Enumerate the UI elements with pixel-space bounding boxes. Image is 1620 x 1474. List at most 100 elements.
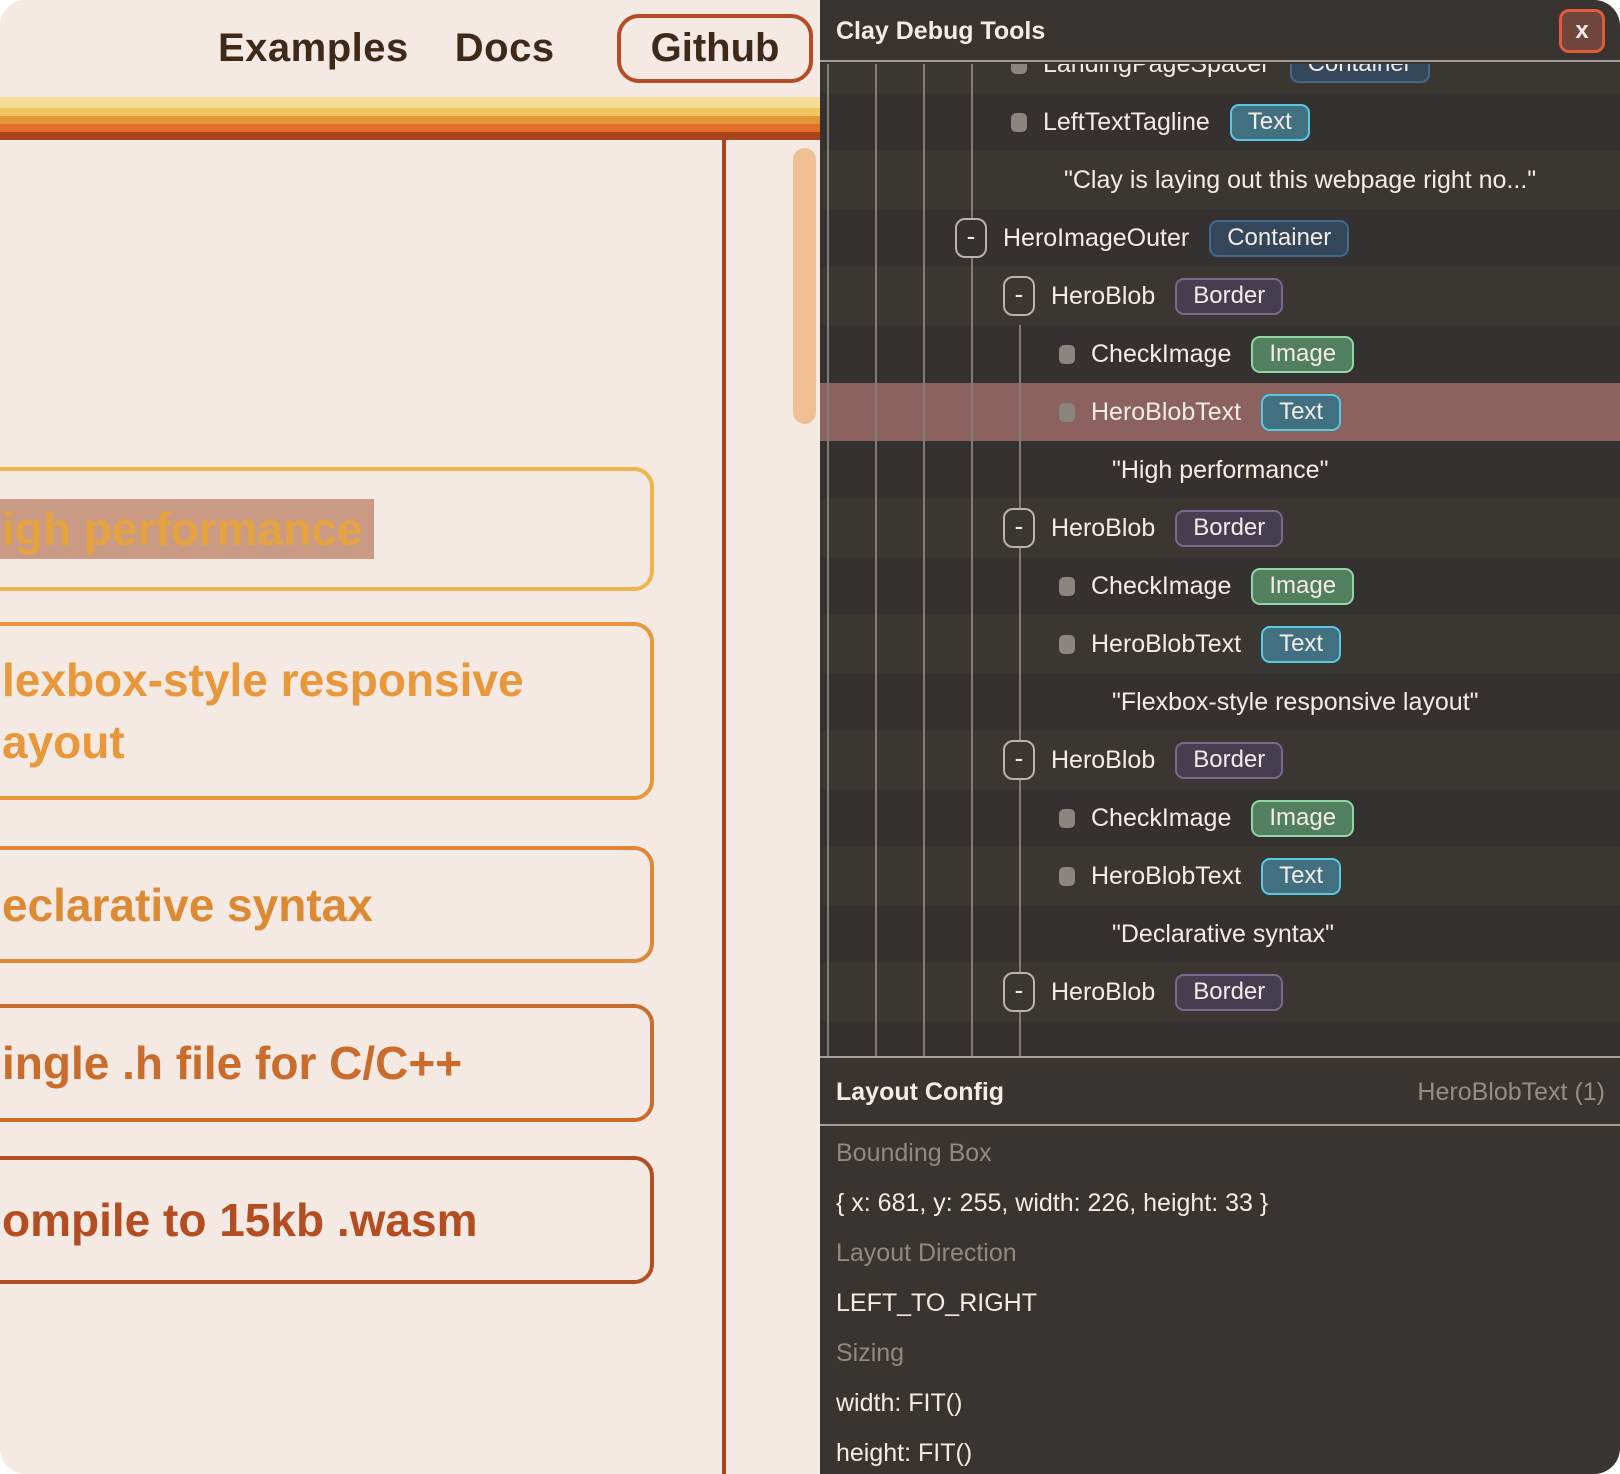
stripe-band bbox=[0, 108, 820, 116]
nav-link-docs[interactable]: Docs bbox=[455, 26, 555, 71]
layout-config-title: Layout Config bbox=[836, 1078, 1004, 1107]
debug-panel-header: Clay Debug Tools x bbox=[820, 0, 1620, 62]
indent-guide bbox=[971, 64, 973, 1056]
tree-node-label: HeroBlob bbox=[1051, 282, 1155, 311]
feature-box-text: ompile to 15kb .wasm bbox=[2, 1189, 650, 1251]
bullet-icon bbox=[1059, 403, 1075, 422]
selection-highlight: igh performance bbox=[0, 499, 374, 559]
top-nav: Examples Docs Github bbox=[0, 0, 820, 97]
feature-box: eclarative syntax bbox=[0, 846, 654, 963]
badge-text: Text bbox=[1230, 104, 1310, 141]
tree-text-row: "Declarative syntax" bbox=[820, 905, 1620, 963]
tree-node-LandingPageSpacer[interactable]: LandingPageSpacer Container bbox=[820, 64, 1620, 93]
config-section-label: Bounding Box bbox=[836, 1128, 1605, 1178]
scrollbar-thumb[interactable] bbox=[793, 148, 816, 424]
bullet-icon bbox=[1011, 113, 1027, 132]
tree-node-label: CheckImage bbox=[1091, 572, 1231, 601]
rainbow-stripe bbox=[0, 97, 820, 140]
indent-guide bbox=[1019, 325, 1021, 1056]
tree-node-HeroBlob[interactable]: -HeroBlob Border bbox=[820, 731, 1620, 789]
config-section-label: Layout Direction bbox=[836, 1228, 1605, 1278]
feature-box-text: ayout bbox=[2, 711, 650, 773]
tree-node-label: HeroBlob bbox=[1051, 746, 1155, 775]
feature-box-text: ingle .h file for C/C++ bbox=[2, 1032, 650, 1094]
stripe-band bbox=[0, 124, 820, 132]
badge-border: Border bbox=[1175, 278, 1283, 315]
tree-node-HeroBlob[interactable]: -HeroBlob Border bbox=[820, 499, 1620, 557]
tree-node-HeroBlob[interactable]: -HeroBlob Border bbox=[820, 963, 1620, 1021]
bullet-icon bbox=[1059, 867, 1075, 886]
feature-box: ompile to 15kb .wasm bbox=[0, 1156, 654, 1284]
indent-guide bbox=[827, 64, 829, 1056]
debug-panel-title: Clay Debug Tools bbox=[836, 0, 1045, 62]
feature-box-text: eclarative syntax bbox=[2, 874, 650, 936]
tree-node-CheckImage[interactable]: CheckImage Image bbox=[820, 325, 1620, 383]
badge-border: Border bbox=[1175, 974, 1283, 1011]
tree-node-label: HeroBlob bbox=[1051, 514, 1155, 543]
collapse-button[interactable]: - bbox=[1003, 508, 1035, 548]
tree-node-label: HeroBlobText bbox=[1091, 398, 1241, 427]
tree-text-value: "Declarative syntax" bbox=[1112, 920, 1334, 949]
badge-container: Container bbox=[1209, 220, 1349, 257]
tree-text-value: "Flexbox-style responsive layout" bbox=[1112, 688, 1479, 717]
tree-node-HeroImageOuter[interactable]: -HeroImageOuter Container bbox=[820, 209, 1620, 267]
clay-website-page: Examples Docs Github igh performance lexb… bbox=[0, 0, 820, 1474]
tree-node-label: LeftTextTagline bbox=[1043, 108, 1210, 137]
tree-text-row: "Clay is laying out this webpage right n… bbox=[820, 151, 1620, 209]
config-value: width: FIT() bbox=[836, 1378, 1605, 1428]
feature-box: lexbox-style responsiveayout bbox=[0, 622, 654, 800]
github-button[interactable]: Github bbox=[617, 14, 814, 83]
tree-node-LeftTextTagline[interactable]: LeftTextTagline Text bbox=[820, 93, 1620, 151]
collapse-button[interactable]: - bbox=[1003, 972, 1035, 1012]
feature-box-text: igh performance bbox=[2, 498, 650, 560]
config-value: LEFT_TO_RIGHT bbox=[836, 1278, 1605, 1328]
collapse-button[interactable]: - bbox=[1003, 276, 1035, 316]
config-value: { x: 681, y: 255, width: 226, height: 33… bbox=[836, 1178, 1605, 1228]
badge-image: Image bbox=[1251, 336, 1354, 373]
vertical-divider bbox=[722, 139, 726, 1474]
feature-box: ingle .h file for C/C++ bbox=[0, 1004, 654, 1122]
tree-node-HeroBlob[interactable]: -HeroBlob Border bbox=[820, 267, 1620, 325]
stripe-band bbox=[0, 132, 820, 140]
badge-border: Border bbox=[1175, 510, 1283, 547]
collapse-button[interactable]: - bbox=[955, 218, 987, 258]
tree-node-HeroBlobText[interactable]: HeroBlobText Text bbox=[820, 615, 1620, 673]
bullet-icon bbox=[1059, 809, 1075, 828]
config-section-label: Sizing bbox=[836, 1328, 1605, 1378]
tree-node-label: LandingPageSpacer bbox=[1043, 64, 1270, 79]
badge-image: Image bbox=[1251, 568, 1354, 605]
tree-node-CheckImage[interactable]: CheckImage Image bbox=[820, 789, 1620, 847]
tree-node-HeroBlobText[interactable]: HeroBlobText Text bbox=[820, 847, 1620, 905]
badge-text: Text bbox=[1261, 394, 1341, 431]
tree-node-label: HeroBlob bbox=[1051, 978, 1155, 1007]
layout-config-details: Bounding Box{ x: 681, y: 255, width: 226… bbox=[836, 1128, 1605, 1474]
tree-node-label: CheckImage bbox=[1091, 340, 1231, 369]
badge-text: Text bbox=[1261, 626, 1341, 663]
tree-node-label: CheckImage bbox=[1091, 804, 1231, 833]
bullet-icon bbox=[1059, 635, 1075, 654]
tree-node-CheckImage[interactable]: CheckImage Image bbox=[820, 557, 1620, 615]
app-window: Examples Docs Github igh performance lexb… bbox=[0, 0, 1620, 1474]
collapse-button[interactable]: - bbox=[1003, 740, 1035, 780]
feature-box: igh performance bbox=[0, 467, 654, 591]
tree-node-label: HeroBlobText bbox=[1091, 630, 1241, 659]
badge-border: Border bbox=[1175, 742, 1283, 779]
bullet-icon bbox=[1059, 345, 1075, 364]
tree-node-label: HeroBlobText bbox=[1091, 862, 1241, 891]
tree-row-spacer bbox=[820, 1021, 1620, 1058]
tree-node-HeroBlobText[interactable]: HeroBlobText Text bbox=[820, 383, 1620, 441]
tree-text-row: "High performance" bbox=[820, 441, 1620, 499]
badge-image: Image bbox=[1251, 800, 1354, 837]
tree-text-row: "Flexbox-style responsive layout" bbox=[820, 673, 1620, 731]
layout-config-bar: Layout Config HeroBlobText (1) bbox=[820, 1060, 1620, 1126]
clay-debug-tools-panel: Clay Debug Tools x LandingPageSpacer Cont… bbox=[820, 0, 1620, 1474]
close-button[interactable]: x bbox=[1559, 9, 1605, 53]
nav-link-examples[interactable]: Examples bbox=[218, 26, 409, 71]
indent-guide bbox=[875, 64, 877, 1056]
badge-text: Text bbox=[1261, 858, 1341, 895]
config-value: height: FIT() bbox=[836, 1428, 1605, 1474]
tree-node-label: HeroImageOuter bbox=[1003, 224, 1189, 253]
badge-container: Container bbox=[1290, 64, 1430, 83]
indent-guide bbox=[923, 64, 925, 1056]
element-tree: LandingPageSpacer Container LeftTextTaglin… bbox=[820, 64, 1620, 1058]
